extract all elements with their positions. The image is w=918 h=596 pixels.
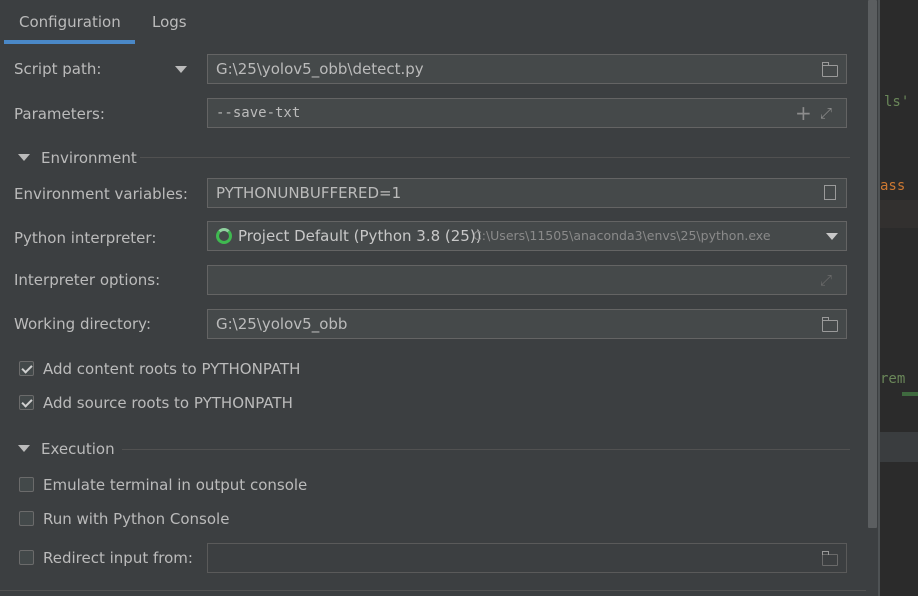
clipboard-icon[interactable]	[824, 185, 836, 200]
plus-icon[interactable]: +	[795, 101, 812, 125]
editor-selection-mark	[902, 392, 918, 396]
bottom-divider	[0, 590, 866, 591]
editor-fragment: ass	[880, 178, 906, 194]
env-vars-label: Environment variables:	[14, 185, 188, 203]
script-path-label: Script path:	[14, 60, 102, 78]
emulate-terminal-label[interactable]: Emulate terminal in output console	[43, 476, 307, 494]
chevron-down-icon[interactable]	[826, 233, 838, 240]
working-directory-field[interactable]: G:\25\yolov5_obb	[207, 309, 847, 339]
interpreter-options-field[interactable]: ⤢	[207, 265, 847, 295]
loading-ring-icon	[216, 228, 232, 244]
script-path-type-dropdown[interactable]	[175, 66, 187, 73]
environment-section-title: Environment	[41, 149, 137, 167]
redirect-input-field[interactable]	[207, 543, 847, 573]
editor-fragment: rem	[880, 371, 906, 387]
scrollbar-thumb[interactable]	[868, 0, 877, 528]
environment-collapse-icon[interactable]	[18, 154, 30, 161]
python-interpreter-path: C:\Users\11505\anaconda3\envs\25\python.…	[473, 228, 771, 243]
parameters-value: --save-txt	[216, 105, 301, 121]
redirect-input-checkbox[interactable]	[19, 550, 34, 565]
python-interpreter-dropdown[interactable]: Project Default (Python 3.8 (25)) C:\Use…	[207, 221, 847, 251]
expand-icon[interactable]: ⤢	[820, 270, 832, 290]
python-interpreter-value: Project Default (Python 3.8 (25))	[238, 227, 482, 245]
python-interpreter-label: Python interpreter:	[14, 229, 157, 247]
env-vars-field[interactable]: PYTHONUNBUFFERED=1	[207, 178, 847, 208]
parameters-field[interactable]: --save-txt + ⤢	[207, 98, 847, 128]
tab-logs[interactable]: Logs	[152, 0, 187, 44]
tab-configuration[interactable]: Configuration	[19, 0, 121, 44]
script-path-field[interactable]: G:\25\yolov5_obb\detect.py	[207, 54, 847, 84]
folder-icon[interactable]	[822, 551, 838, 566]
content-roots-label[interactable]: Add content roots to PYTHONPATH	[43, 360, 300, 378]
editor-fragment: ls'	[884, 94, 910, 110]
content-roots-checkbox[interactable]	[19, 361, 34, 376]
background-editor: ls' ass rem	[880, 0, 918, 596]
folder-icon[interactable]	[822, 317, 838, 332]
execution-section-title: Execution	[41, 440, 115, 458]
emulate-terminal-checkbox[interactable]	[19, 477, 34, 492]
execution-separator	[122, 449, 850, 450]
working-directory-label: Working directory:	[14, 315, 152, 333]
source-roots-checkbox[interactable]	[19, 395, 34, 410]
folder-icon[interactable]	[822, 62, 838, 77]
active-tab-indicator	[4, 40, 135, 44]
source-roots-label[interactable]: Add source roots to PYTHONPATH	[43, 394, 293, 412]
parameters-label: Parameters:	[14, 105, 105, 123]
editor-highlight-line	[880, 200, 918, 228]
python-console-label[interactable]: Run with Python Console	[43, 510, 229, 528]
execution-collapse-icon[interactable]	[18, 445, 30, 452]
working-directory-value: G:\25\yolov5_obb	[216, 315, 348, 333]
expand-icon[interactable]: ⤢	[820, 103, 832, 123]
interpreter-options-label: Interpreter options:	[14, 271, 161, 289]
environment-separator	[140, 157, 850, 158]
script-path-value: G:\25\yolov5_obb\detect.py	[216, 60, 424, 78]
env-vars-value: PYTHONUNBUFFERED=1	[216, 184, 402, 202]
tab-bar	[0, 0, 866, 44]
python-console-checkbox[interactable]	[19, 511, 34, 526]
redirect-input-label[interactable]: Redirect input from:	[43, 549, 193, 567]
editor-highlight-line	[880, 432, 918, 462]
